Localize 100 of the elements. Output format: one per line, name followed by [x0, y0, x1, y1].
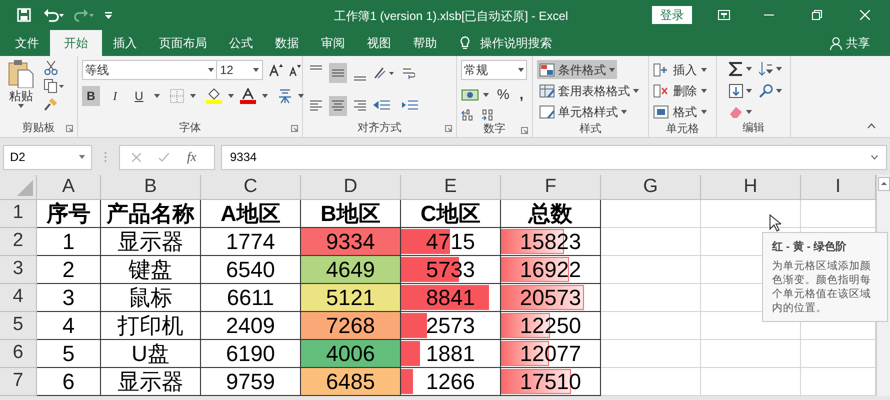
insert-function-button[interactable]: fx: [187, 147, 196, 167]
caret-icon[interactable]: [518, 68, 524, 72]
caret-icon[interactable]: [18, 104, 24, 108]
caret-icon[interactable]: [79, 155, 85, 159]
column-header[interactable]: G: [601, 175, 701, 200]
caret-icon[interactable]: [701, 110, 707, 114]
caret-icon[interactable]: [228, 94, 234, 98]
percent-button[interactable]: %: [497, 84, 510, 105]
column-header[interactable]: F: [501, 175, 601, 200]
text-orientation-icon[interactable]: [373, 66, 395, 80]
font-size-field[interactable]: 12: [217, 60, 263, 80]
ribbon-display-icon[interactable]: [718, 10, 730, 20]
fill-color-icon[interactable]: [206, 88, 222, 104]
menu-tab[interactable]: 文件: [4, 30, 50, 56]
fill-down-icon[interactable]: [729, 84, 743, 98]
format-button[interactable]: U: [130, 86, 148, 106]
format-button[interactable]: B: [82, 86, 100, 106]
sum-icon[interactable]: [729, 62, 743, 76]
row-header[interactable]: 4: [0, 284, 37, 312]
row-header[interactable]: 2: [0, 228, 37, 256]
caret-icon[interactable]: [746, 89, 752, 94]
align-middle-icon[interactable]: [329, 63, 347, 84]
sign-in-button[interactable]: 登录: [652, 6, 692, 24]
column-header[interactable]: A: [37, 175, 101, 200]
format-button[interactable]: I: [106, 86, 124, 106]
sort-icon[interactable]: [759, 61, 773, 78]
font-color-icon[interactable]: [240, 88, 256, 104]
borders-icon[interactable]: [170, 89, 184, 103]
tell-me-search[interactable]: 操作说明搜索: [480, 34, 552, 52]
scissors-icon[interactable]: [44, 61, 58, 75]
caret-icon[interactable]: [190, 94, 196, 98]
styles-menu-button[interactable]: 条件格式: [537, 60, 617, 79]
menu-tab[interactable]: 页面布局: [148, 30, 218, 56]
collapse-ribbon-icon[interactable]: [867, 123, 876, 129]
caret-icon[interactable]: [776, 89, 782, 94]
font-name-field[interactable]: 等线: [82, 60, 217, 80]
caret-icon[interactable]: [208, 68, 214, 72]
column-header[interactable]: I: [801, 175, 876, 200]
comma-button[interactable]: ,: [519, 84, 524, 105]
menu-tab[interactable]: 审阅: [310, 30, 356, 56]
menu-tab[interactable]: 公式: [218, 30, 264, 56]
restore-icon[interactable]: [812, 10, 822, 20]
dialog-launcher-icon[interactable]: [291, 125, 298, 132]
redo-icon[interactable]: [73, 8, 95, 22]
save-icon[interactable]: [17, 8, 31, 22]
caret-icon[interactable]: [701, 68, 707, 72]
styles-menu-button[interactable]: 单元格样式: [537, 102, 629, 121]
cells-menu-button[interactable]: 删除: [653, 81, 707, 100]
caret-icon[interactable]: [298, 94, 304, 98]
scroll-up-icon[interactable]: [878, 177, 890, 191]
column-header[interactable]: B: [101, 175, 201, 200]
dialog-launcher-icon[interactable]: [521, 127, 528, 134]
number-format-field[interactable]: 常规: [461, 60, 527, 80]
row-header[interactable]: 1: [0, 200, 37, 228]
column-header[interactable]: C: [201, 175, 301, 200]
styles-menu-button[interactable]: 套用表格格式: [537, 81, 641, 100]
caret-icon[interactable]: [746, 110, 752, 114]
caret-icon[interactable]: [262, 94, 268, 98]
share-button[interactable]: 共享: [830, 30, 870, 56]
column-header[interactable]: D: [301, 175, 401, 200]
menu-tab[interactable]: 数据: [264, 30, 310, 56]
caret-icon[interactable]: [633, 88, 639, 92]
formula-field[interactable]: 9334: [221, 144, 887, 170]
dialog-launcher-icon[interactable]: [66, 125, 73, 132]
grow-font-icon[interactable]: [269, 63, 283, 77]
shrink-font-icon[interactable]: [289, 64, 301, 76]
caret-icon[interactable]: [154, 94, 160, 98]
menu-tab[interactable]: 视图: [356, 30, 402, 56]
caret-icon[interactable]: [776, 67, 782, 72]
caret-icon[interactable]: [621, 110, 627, 114]
row-header[interactable]: 6: [0, 340, 37, 368]
cells-menu-button[interactable]: 格式: [653, 102, 707, 121]
copy-icon[interactable]: [44, 79, 64, 93]
decrease-decimal-icon[interactable]: [481, 109, 495, 121]
expand-icon[interactable]: [871, 154, 878, 160]
row-header[interactable]: 7: [0, 368, 37, 396]
caret-icon[interactable]: [253, 68, 259, 72]
name-box[interactable]: D2: [3, 144, 92, 170]
menu-tab[interactable]: 插入: [102, 30, 148, 56]
dialog-launcher-icon[interactable]: [445, 125, 452, 132]
caret-icon[interactable]: [483, 92, 489, 96]
currency-icon[interactable]: [461, 88, 479, 102]
search-icon[interactable]: [759, 84, 773, 98]
menu-tab[interactable]: 开始: [50, 30, 102, 56]
row-header[interactable]: 3: [0, 256, 37, 284]
increase-decimal-icon[interactable]: [461, 109, 475, 121]
column-header[interactable]: H: [701, 175, 801, 200]
row-header[interactable]: 5: [0, 312, 37, 340]
lightbulb-icon[interactable]: [460, 36, 470, 50]
caret-icon[interactable]: [609, 68, 615, 72]
caret-icon[interactable]: [746, 67, 752, 72]
close-icon[interactable]: [860, 10, 870, 20]
caret-icon[interactable]: [701, 88, 707, 92]
brush-icon[interactable]: [44, 97, 58, 111]
cells-menu-button[interactable]: 插入: [653, 60, 707, 79]
undo-icon[interactable]: [43, 8, 65, 22]
paste-button[interactable]: 粘贴: [4, 60, 38, 119]
column-header[interactable]: E: [401, 175, 501, 200]
menu-tab[interactable]: 帮助: [402, 30, 448, 56]
phonetic-guide-icon[interactable]: [278, 88, 292, 104]
